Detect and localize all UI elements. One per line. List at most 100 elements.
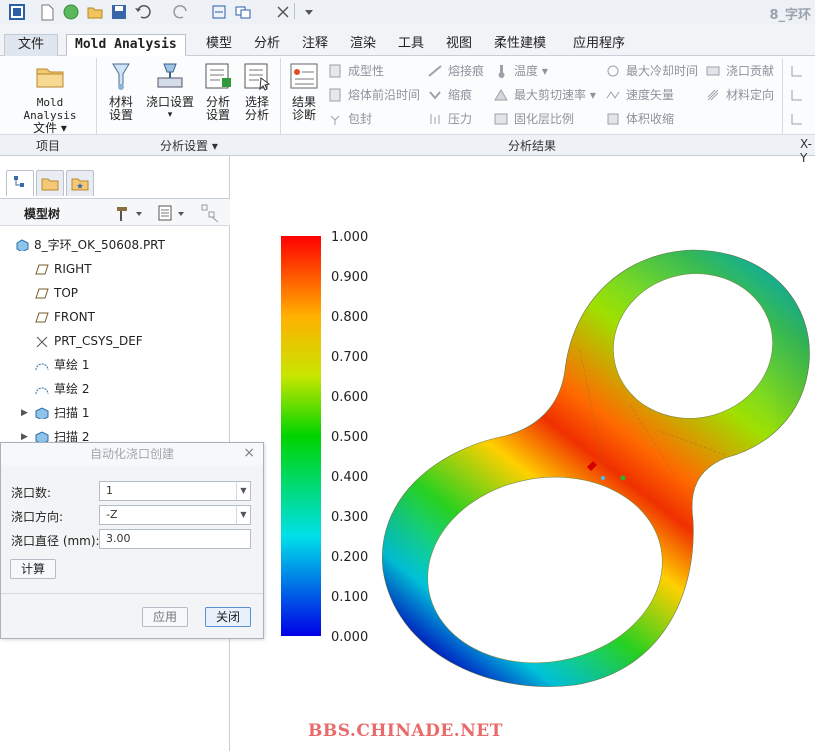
undo-icon[interactable] (134, 3, 152, 21)
legend-label-0-800: 0.800 (331, 310, 369, 325)
xy-plot-button-2[interactable] (790, 86, 808, 104)
group-label-xy: X-Y (800, 137, 812, 165)
material-orientation-button[interactable]: 材料定向 (706, 86, 774, 104)
air-trap-icon (330, 115, 340, 125)
results-diagnose-icon (290, 63, 318, 89)
material-orientation-icon (707, 89, 719, 101)
tab-applications[interactable]: 应用程序 (565, 34, 633, 56)
model-tree-icon (14, 176, 24, 187)
open-globe-icon[interactable] (62, 3, 80, 21)
tree-item-front[interactable]: FRONT (35, 307, 95, 327)
gate-count-label: 浇口数: (11, 486, 52, 500)
regenerate-icon[interactable] (210, 3, 228, 21)
dialog-close-icon[interactable]: × (243, 445, 255, 461)
sketch-icon (35, 363, 49, 371)
hammer-icon (117, 207, 142, 221)
gate-diameter-input[interactable]: 3.00 (99, 529, 251, 549)
tab-render[interactable]: 渲染 (342, 34, 384, 56)
legend-label-0-600: 0.600 (331, 390, 369, 405)
max-cooling-time-button[interactable]: 最大冷却时间 (606, 62, 698, 80)
sink-mark-button[interactable]: 缩痕 (428, 86, 472, 104)
tab-flexible-modeling[interactable]: 柔性建模 (486, 34, 554, 56)
legend-label-0-400: 0.400 (331, 470, 369, 485)
tree-show-button[interactable] (156, 204, 190, 225)
legend-label-1-000: 1.000 (331, 230, 369, 245)
customize-dropdown-icon[interactable] (300, 3, 318, 21)
tree-item-right[interactable]: RIGHT (35, 259, 92, 279)
tab-mold-analysis[interactable]: Mold Analysis (66, 34, 186, 56)
group-label-analysis-setup[interactable]: 分析设置 ▾ (160, 137, 218, 154)
analysis-setup-button[interactable]: 分析 设置 (202, 60, 234, 122)
calculate-button[interactable]: 计算 (10, 559, 56, 579)
tab-analysis[interactable]: 分析 (246, 34, 288, 56)
melt-front-time-button[interactable]: 熔体前沿时间 (328, 86, 420, 104)
quick-access-toolbar: 8_字环 (0, 0, 815, 24)
color-legend-bar (281, 236, 321, 636)
figure-eight-ring-model[interactable] (375, 240, 815, 700)
app-icon[interactable] (8, 3, 26, 21)
xy-plot-button-1[interactable] (790, 62, 808, 80)
cooling-time-icon (607, 65, 619, 77)
tab-tools[interactable]: 工具 (390, 34, 432, 56)
sketch-icon (35, 387, 49, 395)
tree-item-sweep-1[interactable]: ▶ 扫描 1 (21, 403, 89, 423)
volume-shrinkage-icon (607, 113, 619, 125)
tab-file[interactable]: 文件 ▾ (4, 34, 58, 72)
folder-browser-tab[interactable] (36, 170, 64, 196)
auto-gate-dialog: 自动化浇口创建 × 浇口数: 1 ▼ 浇口方向: -Z ▼ 浇口直径 (mm):… (0, 442, 264, 639)
xy-plot-icon (791, 90, 802, 101)
weld-line-icon (428, 65, 442, 77)
tree-item-part[interactable]: 8_字环_OK_50608.PRT (16, 235, 165, 255)
tab-model[interactable]: 模型 (198, 34, 240, 56)
favorites-tab[interactable] (66, 170, 94, 196)
gate-contribution-button[interactable]: 浇口贡献 (706, 62, 774, 80)
frozen-layer-ratio-button[interactable]: 固化层比例 (494, 110, 574, 128)
model-tree-tab[interactable] (6, 170, 34, 196)
gate-setup-button[interactable]: 浇口设置 ▾ (142, 60, 198, 122)
datum-plane-icon (35, 288, 49, 299)
tree-item-sketch-1[interactable]: 草绘 1 (35, 355, 89, 375)
tree-filter-button[interactable] (200, 203, 222, 226)
datum-plane-icon (35, 264, 49, 275)
open-folder-icon[interactable] (86, 3, 104, 21)
close-window-icon[interactable] (274, 3, 292, 21)
gate-count-select[interactable]: 1 ▼ (99, 481, 251, 501)
pressure-icon (430, 114, 440, 124)
volume-shrinkage-button[interactable]: 体积收缩 (606, 110, 674, 128)
close-button[interactable]: 关闭 (205, 607, 251, 627)
pressure-button[interactable]: 压力 (428, 110, 472, 128)
sweep-icon (35, 407, 49, 419)
legend-label-0-200: 0.200 (331, 550, 369, 565)
tab-view[interactable]: 视图 (438, 34, 480, 56)
tab-annotate[interactable]: 注释 (294, 34, 336, 56)
air-trap-button[interactable]: 包封 (328, 110, 372, 128)
velocity-vector-icon (606, 91, 620, 99)
tree-item-top[interactable]: TOP (35, 283, 78, 303)
apply-button[interactable]: 应用 (142, 607, 188, 627)
tree-item-csys[interactable]: PRT_CSYS_DEF (36, 331, 143, 351)
max-shear-rate-button[interactable]: 最大剪切速率 ▾ (494, 86, 596, 104)
velocity-vector-button[interactable]: 速度矢量 (606, 86, 674, 104)
mold-analysis-file-button[interactable]: Mold Analysis 文件 ▾ (8, 60, 92, 135)
group-label-project: 项目 (36, 139, 61, 153)
new-file-icon[interactable] (38, 3, 56, 21)
ribbon-tabs: 文件 ▾ Mold Analysis 模型 分析 注释 渲染 工具 视图 柔性建… (0, 24, 815, 72)
tree-settings-button[interactable] (114, 204, 146, 225)
favorites-icon (71, 178, 89, 191)
windows-icon[interactable] (234, 3, 252, 21)
tree-item-sketch-2[interactable]: 草绘 2 (35, 379, 89, 399)
redo-icon[interactable] (172, 3, 190, 21)
expand-arrow-icon[interactable]: ▶ (21, 403, 28, 423)
material-setup-button[interactable]: 材料 设置 (104, 60, 138, 122)
results-diagnose-button[interactable]: 结果 诊断 (286, 60, 322, 122)
moldability-button[interactable]: 成型性 (328, 62, 384, 80)
legend-label-0-100: 0.100 (331, 590, 369, 605)
temperature-button[interactable]: 温度 ▾ (494, 62, 548, 80)
moldability-icon (329, 64, 341, 78)
weld-line-button[interactable]: 熔接痕 (428, 62, 484, 80)
gate-direction-select[interactable]: -Z ▼ (99, 505, 251, 525)
select-analysis-button[interactable]: 选择 分析 (240, 60, 274, 122)
save-icon[interactable] (110, 3, 128, 21)
xy-plot-button-3[interactable] (790, 110, 808, 128)
legend-label-0-500: 0.500 (331, 430, 369, 445)
